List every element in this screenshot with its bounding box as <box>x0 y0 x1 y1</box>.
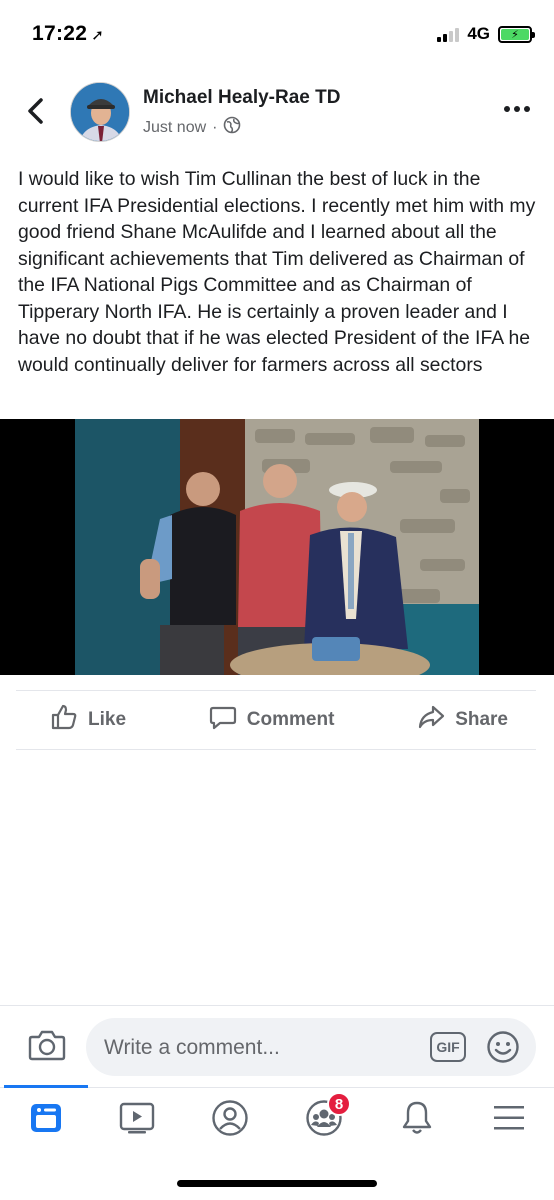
battery-icon: ⚡ <box>498 25 535 43</box>
meta-separator: · <box>212 118 218 136</box>
like-label: Like <box>88 709 127 730</box>
menu-icon[interactable] <box>484 1098 534 1138</box>
speech-bubble-icon <box>209 703 237 737</box>
comment-placeholder: Write a comment... <box>104 1036 280 1059</box>
status-bar: 17:22 ➚ 4G ⚡ <box>0 0 554 66</box>
news-feed-icon[interactable] <box>21 1098 71 1138</box>
status-indicators: 4G ⚡ <box>437 22 535 46</box>
author-avatar[interactable] <box>70 82 130 142</box>
profile-icon[interactable] <box>205 1098 255 1138</box>
comment-input[interactable]: Write a comment... GIF <box>86 1018 536 1076</box>
back-chevron-icon[interactable] <box>24 96 48 126</box>
status-time: 17:22 ➚ <box>32 22 104 46</box>
gif-button[interactable]: GIF <box>430 1032 466 1062</box>
globe-icon[interactable] <box>223 116 241 139</box>
post-meta: Just now · <box>143 116 241 139</box>
share-button[interactable]: Share <box>417 703 508 737</box>
post-actions: Like Comment Share <box>16 690 536 750</box>
groups-notification-badge: 8 <box>327 1092 351 1116</box>
home-indicator <box>177 1180 377 1187</box>
camera-icon[interactable] <box>28 1028 66 1062</box>
comment-bar: Write a comment... GIF <box>0 1005 554 1087</box>
comment-button[interactable]: Comment <box>209 703 335 737</box>
post-photo[interactable] <box>0 419 554 675</box>
groups-icon[interactable]: 8 <box>299 1092 351 1138</box>
share-label: Share <box>455 709 508 730</box>
signal-strength-icon <box>437 26 460 42</box>
notifications-icon[interactable] <box>392 1098 442 1138</box>
share-arrow-icon <box>417 703 445 737</box>
emoji-icon[interactable] <box>486 1030 520 1064</box>
active-tab-indicator <box>4 1085 88 1088</box>
watch-icon[interactable] <box>112 1098 162 1138</box>
more-options-icon[interactable] <box>504 104 530 114</box>
location-arrow-icon: ➚ <box>91 27 105 44</box>
like-button[interactable]: Like <box>50 703 126 737</box>
author-name[interactable]: Michael Healy-Rae TD <box>143 87 340 109</box>
status-time-text: 17:22 <box>32 22 88 45</box>
thumbs-up-icon <box>50 703 78 737</box>
post-timestamp[interactable]: Just now <box>143 119 206 137</box>
post-text: I would like to wish Tim Cullinan the be… <box>18 168 536 376</box>
network-type: 4G <box>467 24 490 43</box>
comment-label: Comment <box>246 709 335 730</box>
bottom-nav: 8 <box>0 1085 554 1157</box>
post-header: Michael Healy-Rae TD Just now · <box>0 78 554 146</box>
